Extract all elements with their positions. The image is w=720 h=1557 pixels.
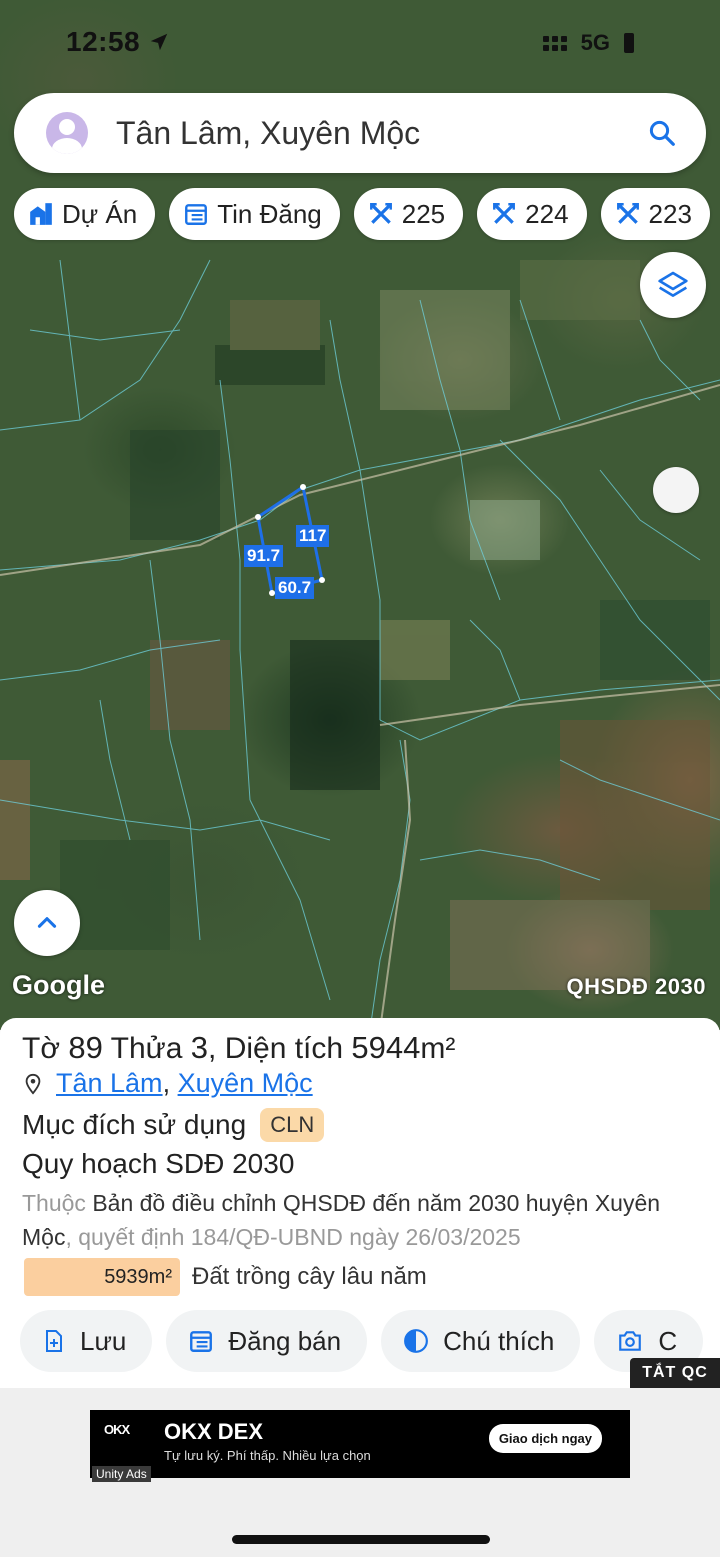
parcel-info-panel: Tờ 89 Thửa 3, Diện tích 5944m² Tân Lâm, … (0, 1018, 720, 1388)
expand-panel-button[interactable] (14, 890, 80, 956)
save-label: Lưu (80, 1325, 127, 1356)
sheet-number: 89 (68, 1030, 103, 1065)
plan-description: Thuộc Bản đồ điều chỉnh QHSDĐ đến năm 20… (22, 1186, 702, 1254)
network-label: 5G (580, 30, 610, 55)
floating-handle-button[interactable] (653, 467, 699, 513)
desc-prefix: Thuộc (22, 1190, 86, 1216)
zone-area-row: 5939m² Đất trồng cây lâu năm (24, 1258, 427, 1296)
chip-parcel-223[interactable]: 223 (600, 188, 710, 240)
parcel-icon (368, 201, 394, 227)
location-pin-icon (25, 1073, 41, 1095)
purpose-label: Mục đích sử dụng (22, 1109, 247, 1140)
chip-tin-dang[interactable]: Tin Đăng (169, 188, 340, 240)
sheet-prefix: Tờ (22, 1032, 60, 1065)
save-icon (42, 1328, 66, 1354)
ad-banner[interactable]: OKX OKX DEX Tự lưu ký. Phí thấp. Nhiều l… (90, 1410, 630, 1478)
edge-length-label: 117 (296, 525, 330, 547)
camera-icon (616, 1328, 644, 1354)
chip-parcel-225[interactable]: 225 (353, 188, 464, 240)
action-buttons: Lưu Đăng bán Chú thích C (20, 1310, 704, 1372)
chip-parcel-224[interactable]: 224 (477, 188, 587, 240)
status-indicators: 5G (542, 30, 634, 56)
ad-brand: OKX DEX (164, 1419, 264, 1444)
desc-suffix: , quyết định 184/QĐ-UBND ngày 26/03/2025 (65, 1224, 521, 1250)
sell-icon (188, 1328, 214, 1354)
area-unit: m² (420, 1032, 456, 1065)
camera-label: C (658, 1325, 678, 1356)
land-use-purpose: Mục đích sử dụng CLN (22, 1108, 325, 1142)
chevron-up-icon (37, 917, 57, 928)
district-link[interactable]: Xuyên Mộc (178, 1068, 313, 1099)
legend-label: Chú thích (443, 1325, 555, 1356)
plan-title: Quy hoạch SDĐ 2030 (22, 1148, 295, 1179)
chip-du-an[interactable]: Dự Án (14, 188, 156, 240)
area-value: 5944 (351, 1030, 421, 1065)
map-layer-tag: QHSDĐ 2030 (566, 974, 706, 999)
save-button[interactable]: Lưu (20, 1310, 153, 1372)
chip-label: 224 (525, 198, 569, 229)
chip-label: 225 (401, 198, 446, 229)
close-ad-button[interactable]: TẮT QC (630, 1358, 720, 1388)
legend-button[interactable]: Chú thích (381, 1310, 581, 1372)
chip-label: 223 (648, 198, 692, 229)
search-input[interactable]: Tân Lâm, Xuyên Mộc (116, 115, 632, 152)
listing-icon (183, 201, 209, 227)
plot-label: Thửa (110, 1032, 183, 1065)
ad-subtitle: Tự lưu ký. Phí thấp. Nhiều lựa chọn (164, 1448, 371, 1463)
parcel-title: Tờ 89 Thửa 3, Diện tích 5944m² (22, 1030, 456, 1065)
filter-chips: Dự Án Tin Đăng 225 224 223 (14, 188, 710, 240)
location-arrow-icon (151, 33, 168, 51)
google-logo: Google (12, 970, 105, 1000)
okx-logo: OKX (104, 1422, 130, 1437)
satellite-map[interactable]: 117 91.7 60.7 12:58 5G Tân Lâm, Xuyên Mộ… (0, 0, 720, 1030)
purpose-code-badge: CLN (260, 1108, 325, 1142)
plot-number: 3 (190, 1030, 208, 1065)
battery-icon (624, 33, 634, 53)
ad-cta-button[interactable]: Giao dịch ngay (488, 1424, 602, 1453)
ad-network-label: Unity Ads (92, 1466, 151, 1482)
edge-length-label: 60.7 (275, 577, 315, 599)
parcel-location: Tân Lâm, Xuyên Mộc (22, 1068, 313, 1099)
search-bar[interactable]: Tân Lâm, Xuyên Mộc (14, 93, 706, 173)
layers-icon (658, 271, 688, 297)
chip-label: Tin Đăng (217, 198, 322, 229)
home-indicator[interactable] (232, 1535, 490, 1544)
zone-label: Đất trồng cây lâu năm (192, 1263, 427, 1290)
layers-button[interactable] (640, 252, 706, 318)
avatar[interactable] (46, 112, 88, 154)
commune-link[interactable]: Tân Lâm (56, 1068, 163, 1099)
signal-icon (542, 35, 567, 51)
chip-label: Dự Án (62, 198, 138, 229)
post-sale-button[interactable]: Đăng bán (166, 1310, 368, 1372)
parcel-icon (491, 201, 517, 227)
post-sale-label: Đăng bán (228, 1325, 342, 1356)
status-time: 12:58 (66, 26, 170, 58)
area-label: Diện tích (224, 1032, 344, 1065)
legend-icon (403, 1328, 429, 1354)
ad-container: OKX OKX DEX Tự lưu ký. Phí thấp. Nhiều l… (0, 1388, 720, 1557)
project-icon (28, 201, 54, 227)
edge-length-label: 91.7 (244, 545, 284, 567)
search-icon[interactable] (632, 118, 692, 148)
zone-area-bar: 5939m² (24, 1258, 180, 1296)
parcel-icon (615, 201, 641, 227)
